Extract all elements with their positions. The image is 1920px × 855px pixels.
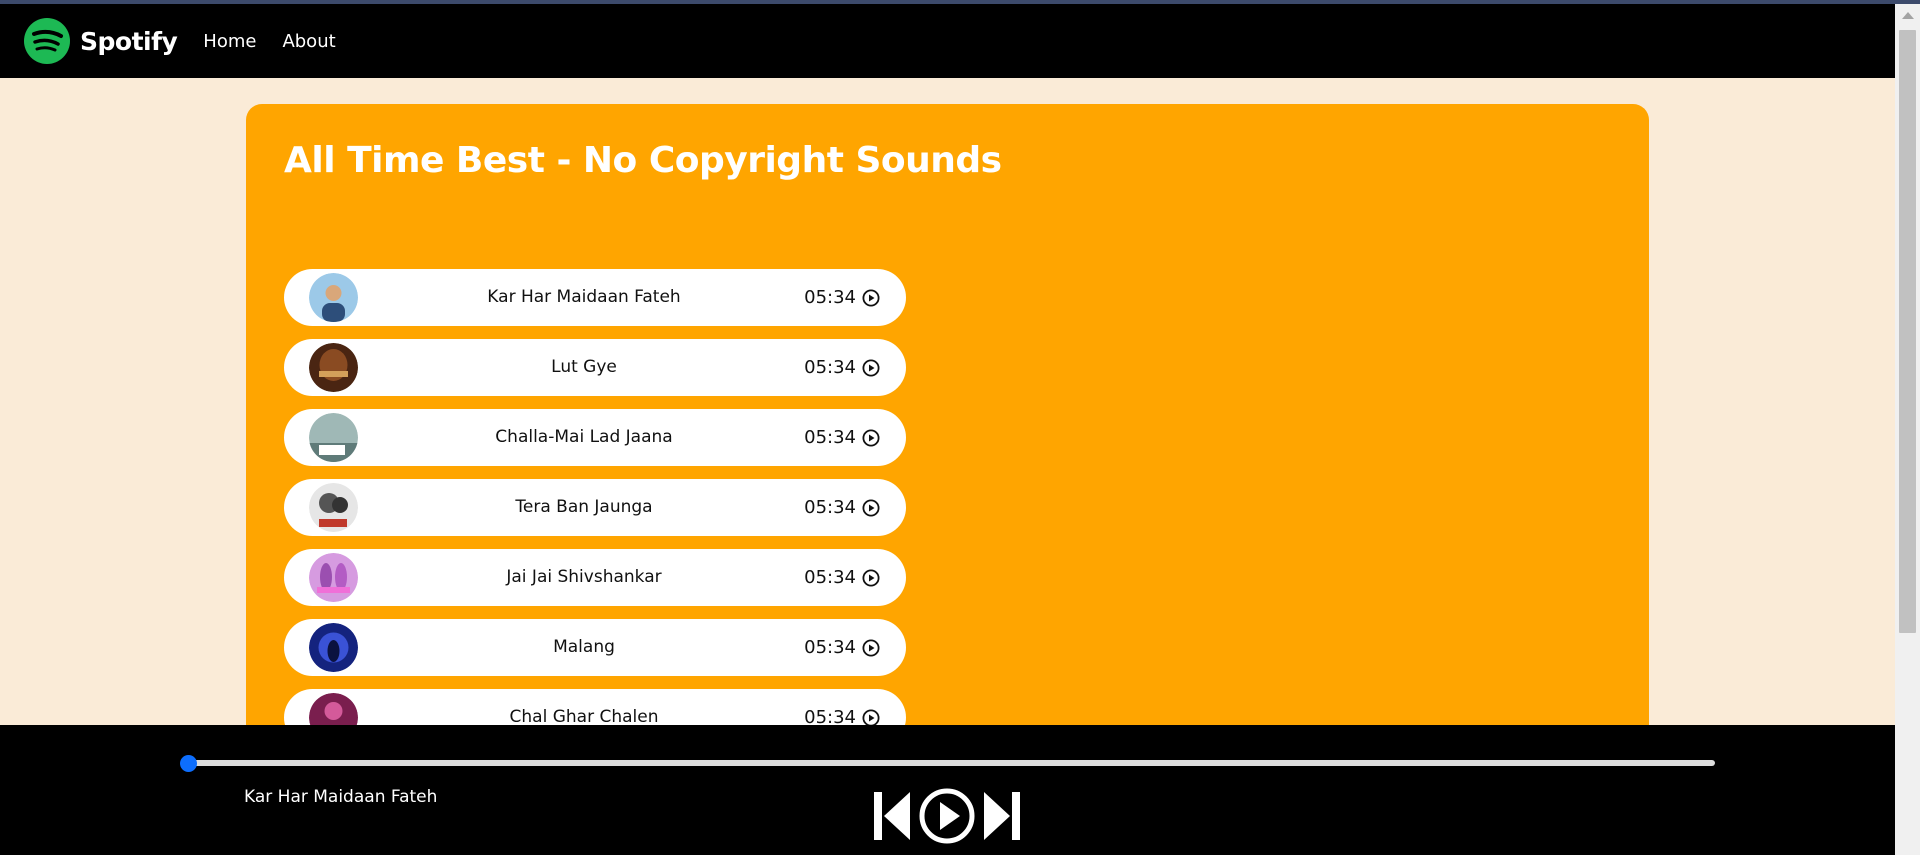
now-playing-title: Kar Har Maidaan Fateh — [244, 787, 438, 807]
scrollbar-thumb[interactable] — [1899, 30, 1916, 633]
nav-link-home[interactable]: Home — [203, 31, 256, 52]
next-icon[interactable] — [980, 790, 1024, 842]
scroll-up-arrow-icon[interactable] — [1902, 12, 1914, 19]
song-duration: 05:34 — [804, 549, 880, 606]
song-duration: 05:34 — [804, 269, 880, 326]
navbar: Spotify Home About — [0, 4, 1895, 78]
play-circle-icon[interactable] — [862, 289, 880, 307]
song-duration-text: 05:34 — [804, 637, 856, 658]
play-circle-icon[interactable] — [862, 639, 880, 657]
song-item[interactable]: Malang 05:34 — [284, 619, 906, 676]
vertical-scrollbar[interactable] — [1895, 4, 1920, 855]
song-item[interactable]: Tera Ban Jaunga 05:34 — [284, 479, 906, 536]
song-duration-text: 05:34 — [804, 497, 856, 518]
play-circle-icon[interactable] — [918, 787, 976, 845]
previous-icon[interactable] — [870, 790, 914, 842]
song-duration-text: 05:34 — [804, 427, 856, 448]
song-name: Challa-Mai Lad Jaana — [495, 427, 673, 447]
song-duration: 05:34 — [804, 619, 880, 676]
play-circle-icon[interactable] — [862, 499, 880, 517]
spotify-logo-icon[interactable] — [24, 18, 70, 64]
song-name: Malang — [553, 637, 615, 657]
player-controls — [870, 787, 1024, 845]
play-circle-icon[interactable] — [862, 709, 880, 727]
song-duration: 05:34 — [804, 339, 880, 396]
brand-name[interactable]: Spotify — [80, 27, 178, 56]
song-duration-text: 05:34 — [804, 567, 856, 588]
song-duration: 05:34 — [804, 409, 880, 466]
song-name: Tera Ban Jaunga — [515, 497, 653, 517]
play-circle-icon[interactable] — [862, 569, 880, 587]
progress-slider-thumb[interactable] — [180, 755, 197, 772]
song-duration-text: 05:34 — [804, 287, 856, 308]
progress-bar[interactable] — [186, 760, 1715, 766]
player-bar: Kar Har Maidaan Fateh — [0, 725, 1895, 855]
song-item[interactable]: Jai Jai Shivshankar 05:34 — [284, 549, 906, 606]
song-item[interactable]: Kar Har Maidaan Fateh 05:34 — [284, 269, 906, 326]
song-name: Jai Jai Shivshankar — [506, 567, 662, 587]
play-circle-icon[interactable] — [862, 429, 880, 447]
playlist-title: All Time Best - No Copyright Sounds — [284, 140, 1002, 181]
nav-link-about[interactable]: About — [282, 31, 335, 52]
song-item[interactable]: Challa-Mai Lad Jaana 05:34 — [284, 409, 906, 466]
song-item[interactable]: Lut Gye 05:34 — [284, 339, 906, 396]
song-duration: 05:34 — [804, 479, 880, 536]
play-circle-icon[interactable] — [862, 359, 880, 377]
song-name: Lut Gye — [551, 357, 617, 377]
song-duration-text: 05:34 — [804, 357, 856, 378]
song-name: Kar Har Maidaan Fateh — [487, 287, 681, 307]
